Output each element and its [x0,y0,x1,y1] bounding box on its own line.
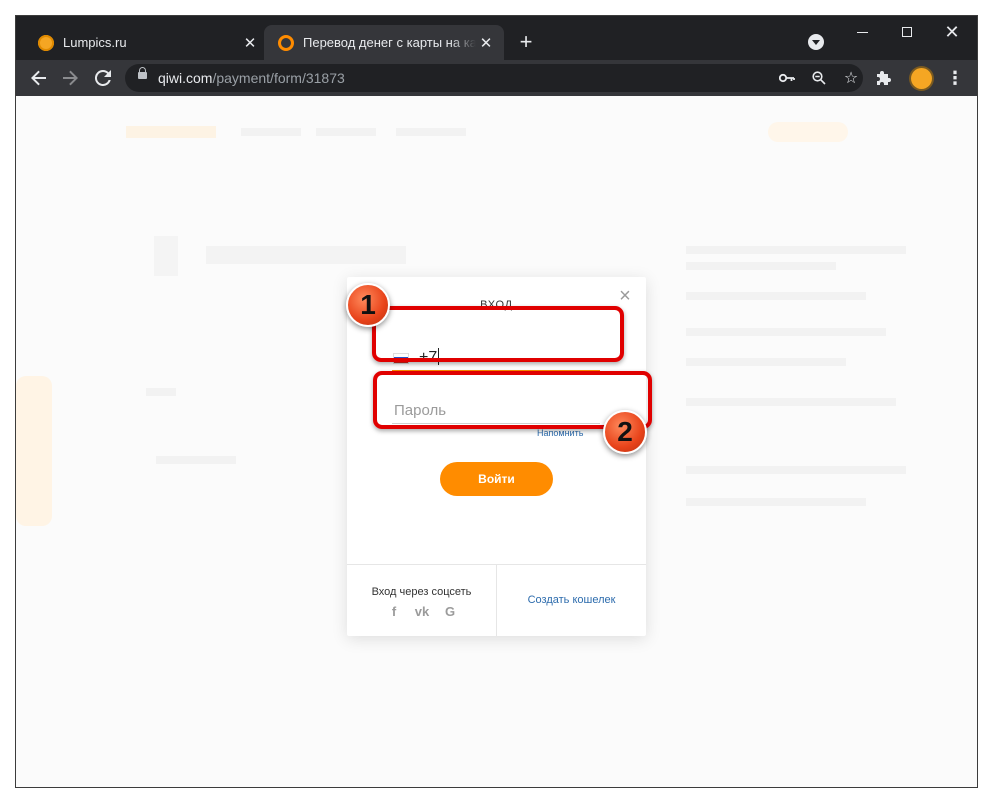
qiwi-favicon-icon [278,34,294,51]
social-login-label: Вход через соцсеть [371,586,472,598]
tab-strip: Lumpics.ru ✕ Перевод денег с карты на ка… [16,16,977,60]
maximize-button[interactable] [887,20,927,44]
new-tab-icon[interactable]: + [514,30,538,54]
bg-text-placeholder [686,466,906,474]
create-wallet-link[interactable]: Создать кошелек [497,594,646,606]
url-path: /payment/form/31873 [212,70,345,86]
bg-logo-placeholder [126,126,216,138]
bg-text-placeholder [686,262,836,270]
close-tab-icon[interactable]: ✕ [476,33,496,53]
tab-lumpics[interactable]: Lumpics.ru ✕ [24,25,268,60]
login-button[interactable]: Войти [440,462,553,496]
reload-icon[interactable] [89,64,117,92]
close-window-button[interactable]: ✕ [932,20,972,44]
tab-search-icon[interactable] [808,34,824,50]
bg-text-placeholder [686,328,886,336]
toolbar: qiwi.com/payment/form/31873 ☆ ⋮ [16,60,977,96]
bg-button-placeholder [768,122,848,142]
tab-title: Перевод денег с карты на карту [303,35,476,50]
bg-text-placeholder [686,292,866,300]
bg-icon-placeholder [154,236,178,276]
lock-icon[interactable] [138,67,147,79]
more-menu-icon[interactable]: ⋮ [946,68,964,88]
address-bar[interactable]: qiwi.com/payment/form/31873 ☆ [125,64,863,92]
step-badge-2: 2 [603,410,647,454]
bg-text-placeholder [686,246,906,254]
browser-window: Lumpics.ru ✕ Перевод денег с карты на ка… [16,16,977,787]
highlight-phone-field [372,306,624,362]
vk-icon[interactable]: vk [412,604,432,619]
step-badge-1: 1 [346,283,390,327]
lumpics-favicon-icon [38,34,54,51]
minimize-icon [856,31,868,33]
facebook-icon[interactable]: f [384,604,404,619]
bg-heading-placeholder [206,246,406,264]
forward-icon[interactable] [56,64,84,92]
maximize-icon [902,27,912,37]
tab-qiwi[interactable]: Перевод денег с карты на карту ✕ [264,25,504,60]
tab-title: Lumpics.ru [63,35,127,50]
bg-text-placeholder [146,388,176,396]
bg-nav-placeholder [241,128,301,136]
bg-text-placeholder [156,456,236,464]
page-viewport: ВХОД × +7 Напомнить Войти Вход через соц… [16,96,977,787]
minimize-button[interactable] [842,20,882,44]
zoom-out-icon[interactable] [808,68,830,88]
close-tab-icon[interactable]: ✕ [240,33,260,53]
bookmark-star-icon[interactable]: ☆ [840,68,862,88]
bg-side-banner-placeholder [16,376,52,526]
url-host: qiwi.com [158,70,213,86]
extensions-puzzle-icon[interactable] [876,70,892,86]
google-icon[interactable]: G [440,604,460,619]
url-text[interactable]: qiwi.com/payment/form/31873 [158,70,345,86]
bg-text-placeholder [686,498,866,506]
back-icon[interactable] [25,64,53,92]
profile-avatar[interactable] [911,68,932,89]
bg-nav-placeholder [316,128,376,136]
social-icons: f vk G [384,603,460,619]
bg-nav-placeholder [396,128,466,136]
remind-password-link[interactable]: Напомнить [537,428,583,438]
close-modal-icon[interactable]: × [616,286,634,306]
bg-text-placeholder [686,398,896,406]
key-icon[interactable] [776,68,798,88]
bg-text-placeholder [686,358,846,366]
